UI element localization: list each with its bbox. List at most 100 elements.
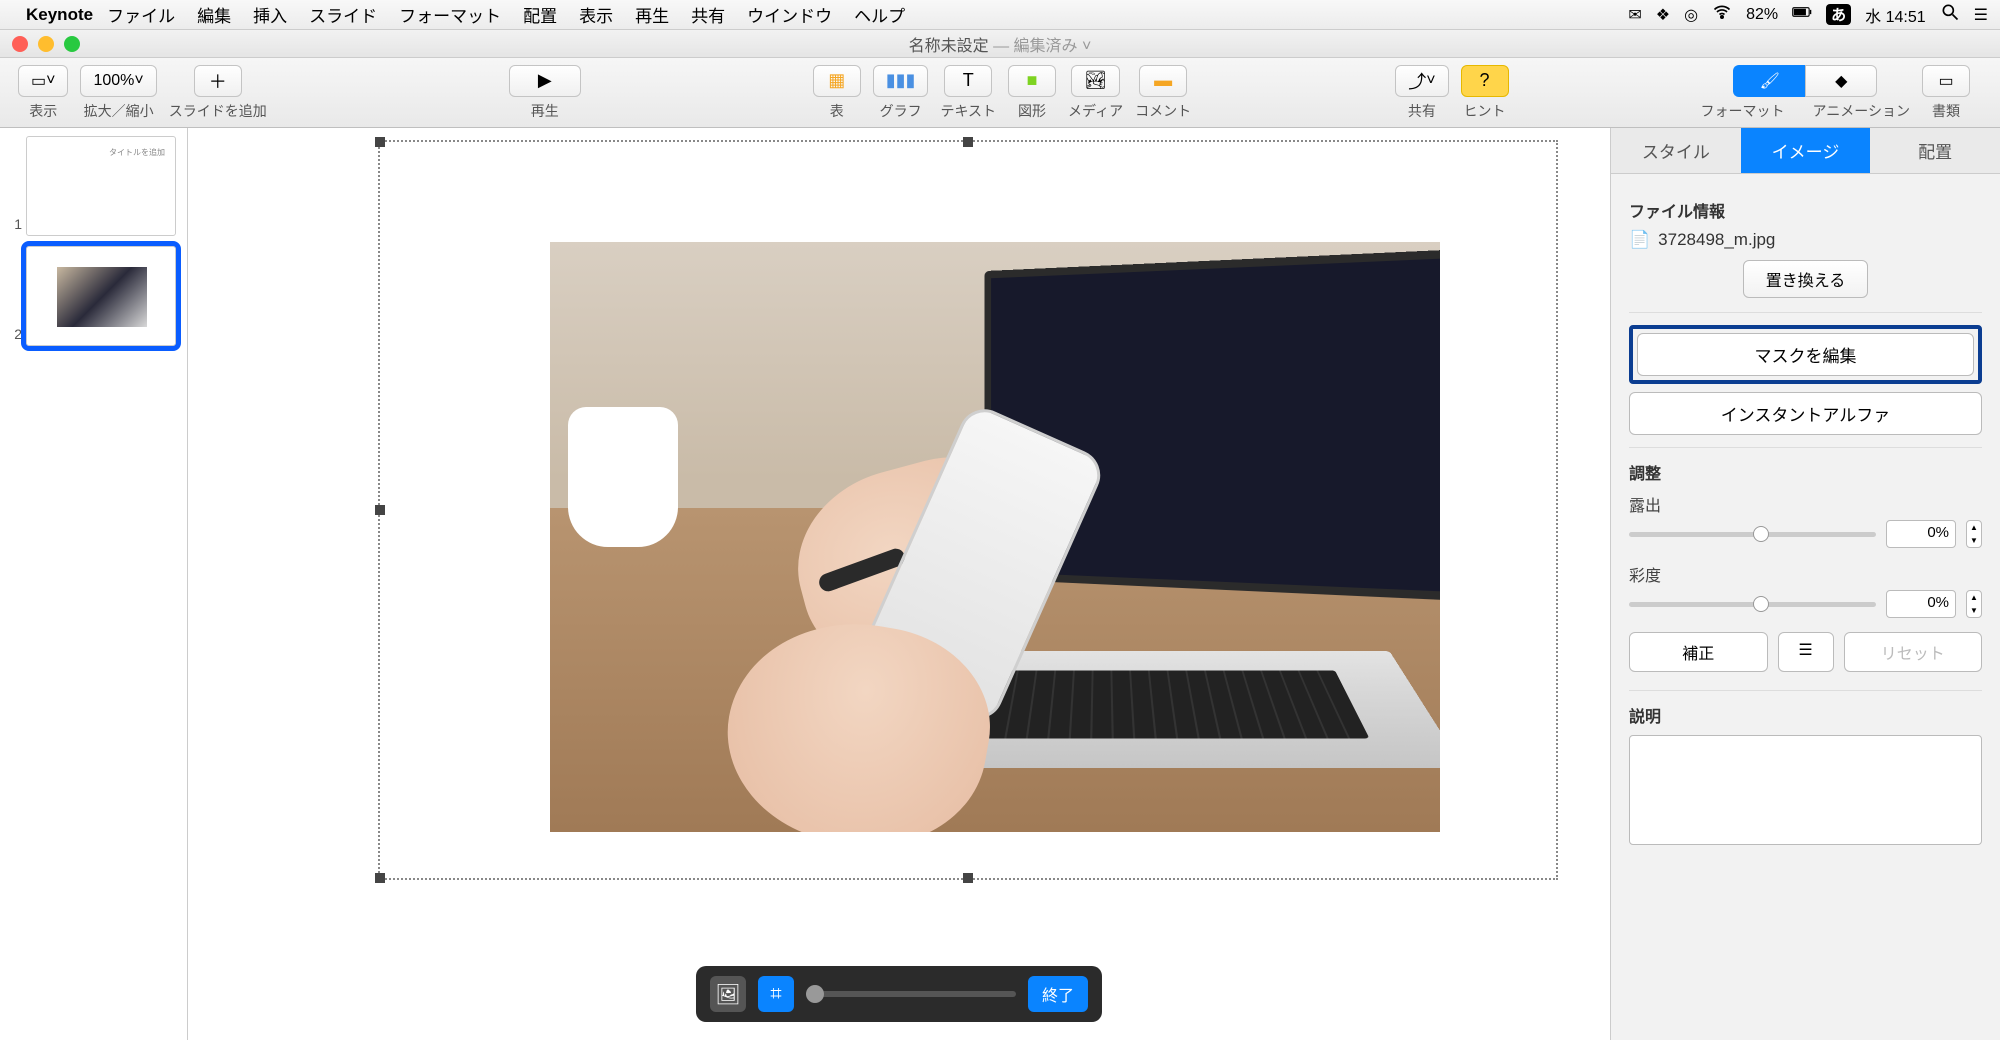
reset-button[interactable]: リセット [1844, 632, 1983, 672]
view-button[interactable]: ▭ ˅ [18, 65, 68, 97]
menubar-clock[interactable]: 水 14:51 [1865, 3, 1926, 27]
resize-handle[interactable] [375, 505, 385, 515]
mask-selection-frame[interactable] [378, 140, 1558, 880]
shape-button[interactable]: ■ [1008, 65, 1056, 97]
saturation-stepper[interactable]: ▲▼ [1966, 590, 1982, 618]
brush-icon: 🖌 [1760, 71, 1780, 91]
fileinfo-heading: ファイル情報 [1629, 198, 1982, 222]
plus-icon: ＋ [209, 68, 227, 94]
slider-knob[interactable] [1753, 526, 1769, 542]
inspector-tab-style[interactable]: スタイル [1611, 128, 1741, 173]
menu-view[interactable]: 表示 [579, 2, 613, 27]
menu-arrange[interactable]: 配置 [523, 2, 557, 27]
menu-format[interactable]: フォーマット [399, 2, 501, 27]
play-label: 再生 [531, 101, 559, 121]
document-subtitle[interactable]: — 編集済み ˅ [993, 38, 1091, 55]
resize-handle[interactable] [375, 873, 385, 883]
slider-knob[interactable] [1753, 596, 1769, 612]
media-button[interactable]: 🏞 [1071, 65, 1120, 97]
slide-thumbnail-2[interactable] [26, 246, 176, 346]
document-icon: ▭ [1938, 71, 1953, 91]
format-tab-button[interactable]: 🖌 [1733, 65, 1805, 97]
image-mode-icon[interactable]: 🖼 [710, 976, 746, 1012]
list-menubar-icon[interactable]: ☰ [1974, 5, 1988, 25]
app-menu[interactable]: Keynote [26, 5, 93, 25]
minimize-window-button[interactable] [38, 36, 54, 52]
chart-icon: ▮▮▮ [886, 70, 916, 91]
inspector-tab-image[interactable]: イメージ [1741, 128, 1871, 173]
slider-knob[interactable] [806, 985, 824, 1003]
comment-icon: ▬ [1154, 70, 1172, 91]
menu-help[interactable]: ヘルプ [854, 2, 905, 27]
description-textarea[interactable] [1629, 735, 1982, 845]
table-icon: ▦ [828, 70, 845, 91]
chart-button[interactable]: ▮▮▮ [873, 65, 929, 97]
slide-canvas[interactable]: 🖼 ⌗ 終了 [188, 128, 1610, 1040]
slide-image[interactable] [550, 242, 1440, 832]
battery-percent: 82% [1746, 6, 1778, 24]
battery-icon[interactable] [1792, 2, 1812, 27]
sliders-icon: ☰ [1798, 642, 1812, 659]
add-slide-label: スライドを追加 [169, 101, 267, 121]
replace-image-button[interactable]: 置き換える [1743, 260, 1869, 298]
resize-handle[interactable] [963, 137, 973, 147]
menu-window[interactable]: ウインドウ [747, 2, 832, 27]
description-heading: 説明 [1629, 703, 1982, 727]
mask-zoom-slider[interactable] [806, 991, 1016, 997]
document-tab-button[interactable]: ▭ [1922, 65, 1970, 97]
adjust-settings-button[interactable]: ☰ [1778, 632, 1834, 672]
edit-mask-button[interactable]: マスクを編集 [1637, 333, 1974, 376]
slide-number: 2 [6, 326, 22, 342]
table-button[interactable]: ▦ [813, 65, 861, 97]
saturation-value[interactable]: 0% [1886, 590, 1956, 618]
macos-menubar: Keynote ファイル 編集 挿入 スライド フォーマット 配置 表示 再生 … [0, 0, 2000, 30]
menu-play[interactable]: 再生 [635, 2, 669, 27]
window-titlebar: 名称未設定 — 編集済み ˅ [0, 30, 2000, 58]
play-button[interactable]: ▶ [509, 65, 581, 97]
enhance-button[interactable]: 補正 [1629, 632, 1768, 672]
document-title: 名称未設定 [909, 38, 989, 55]
edit-mask-highlight: マスクを編集 [1629, 325, 1982, 384]
view-label: 表示 [29, 101, 57, 121]
add-slide-button[interactable]: ＋ [194, 65, 242, 97]
saturation-slider[interactable] [1629, 602, 1876, 607]
exposure-slider[interactable] [1629, 532, 1876, 537]
hint-button[interactable]: ? [1461, 65, 1509, 97]
fullscreen-window-button[interactable] [64, 36, 80, 52]
resize-handle[interactable] [375, 137, 385, 147]
instant-alpha-button[interactable]: インスタントアルファ [1629, 392, 1982, 435]
exposure-label: 露出 [1629, 492, 1982, 516]
close-window-button[interactable] [12, 36, 28, 52]
slide-thumbnail-1[interactable]: タイトルを追加 [26, 136, 176, 236]
sidebar-icon: ▭ [31, 71, 46, 91]
dropbox-menubar-icon[interactable]: ❖ [1656, 5, 1670, 25]
spotlight-icon[interactable] [1940, 2, 1960, 27]
menu-insert[interactable]: 挿入 [253, 2, 287, 27]
wifi-icon[interactable] [1712, 2, 1732, 27]
play-icon: ▶ [538, 70, 552, 91]
slide-navigator[interactable]: 1 タイトルを追加 2 [0, 128, 188, 1040]
share-button[interactable]: ⤴ ˅ [1395, 65, 1448, 97]
zoom-label: 拡大／縮小 [84, 101, 154, 121]
zoom-button[interactable]: 100% ˅ [80, 65, 156, 97]
exposure-stepper[interactable]: ▲▼ [1966, 520, 1982, 548]
inspector-tab-arrange[interactable]: 配置 [1870, 128, 2000, 173]
menu-file[interactable]: ファイル [107, 2, 175, 27]
comment-button[interactable]: ▬ [1139, 65, 1187, 97]
animation-tab-button[interactable]: ◆ [1805, 65, 1877, 97]
menu-edit[interactable]: 編集 [197, 2, 231, 27]
crop-mode-icon[interactable]: ⌗ [758, 976, 794, 1012]
jpg-file-icon: 📄 [1629, 230, 1650, 250]
menu-share[interactable]: 共有 [691, 2, 725, 27]
resize-handle[interactable] [963, 873, 973, 883]
gmail-menubar-icon[interactable]: ✉ [1628, 5, 1641, 25]
exposure-value[interactable]: 0% [1886, 520, 1956, 548]
ime-indicator[interactable]: あ [1826, 4, 1851, 25]
image-filename: 3728498_m.jpg [1658, 230, 1775, 250]
mask-done-button[interactable]: 終了 [1028, 976, 1088, 1012]
shape-icon: ■ [1027, 70, 1038, 91]
menu-slide[interactable]: スライド [309, 2, 377, 27]
toolbar: ▭ ˅ 表示 100% ˅ 拡大／縮小 ＋ スライドを追加 ▶ 再生 ▦表 ▮▮… [0, 58, 2000, 128]
safari-menubar-icon[interactable]: ◎ [1684, 5, 1698, 25]
text-button[interactable]: T [944, 65, 992, 97]
